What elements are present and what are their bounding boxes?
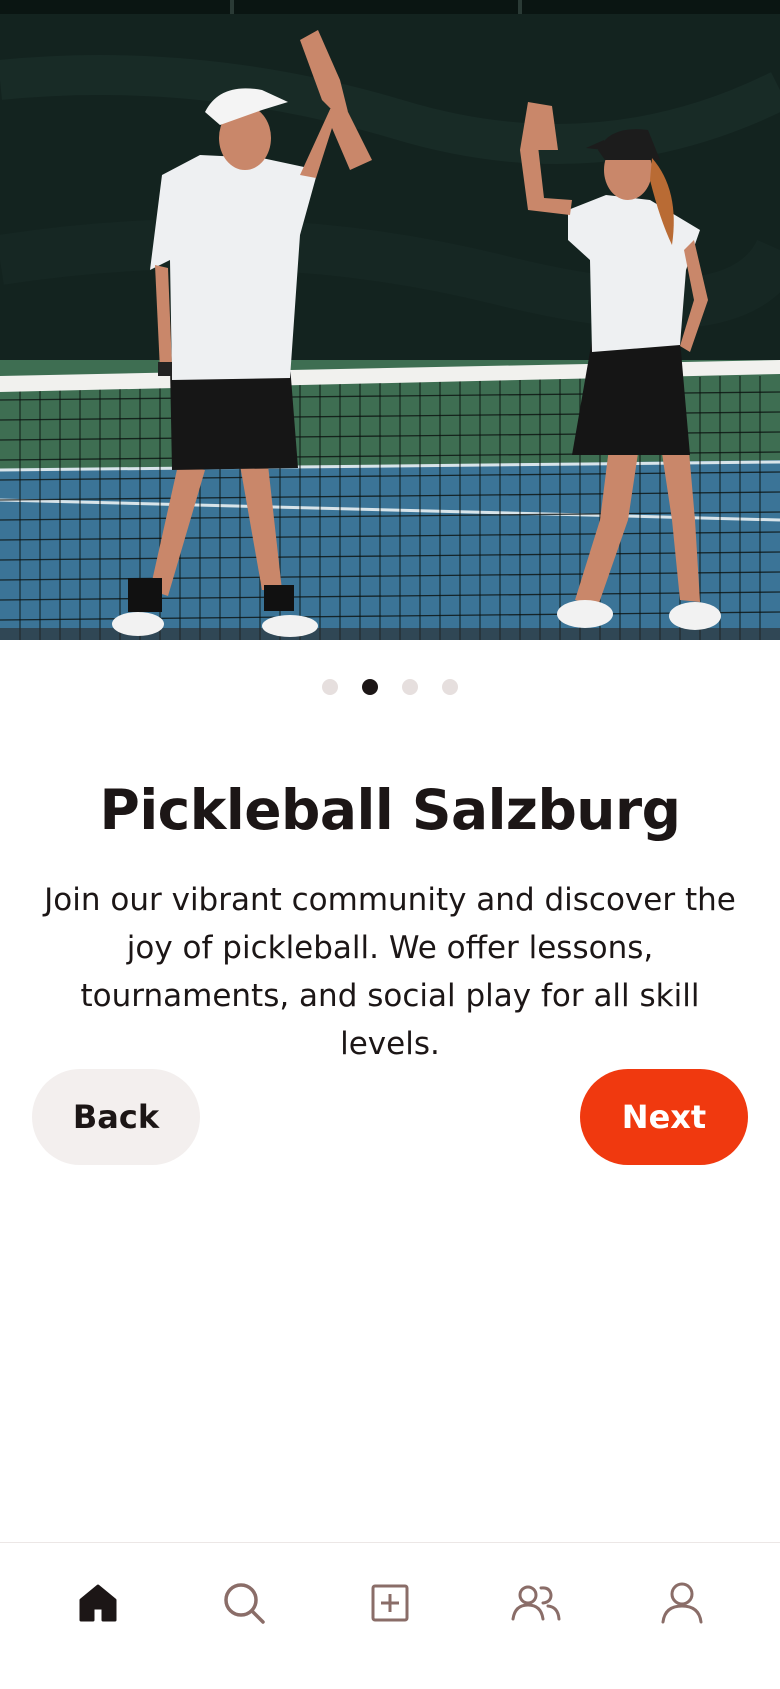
tab-search[interactable]	[204, 1571, 284, 1635]
back-button[interactable]: Back	[32, 1069, 200, 1165]
hero-image	[0, 0, 780, 640]
profile-icon	[661, 1582, 703, 1624]
tab-home[interactable]	[58, 1571, 138, 1635]
pagination-dot[interactable]	[402, 679, 418, 695]
home-icon	[79, 1584, 117, 1622]
community-icon	[511, 1585, 561, 1621]
pagination-dot[interactable]	[442, 679, 458, 695]
page-title: Pickleball Salzburg	[99, 778, 681, 842]
next-button[interactable]: Next	[580, 1069, 748, 1165]
page-description: Join our vibrant community and discover …	[44, 882, 736, 1062]
pagination-dot-active[interactable]	[362, 679, 378, 695]
tab-create[interactable]	[350, 1571, 430, 1635]
tab-profile[interactable]	[642, 1571, 722, 1635]
search-icon	[224, 1583, 265, 1624]
pagination-dot[interactable]	[322, 679, 338, 695]
tab-community[interactable]	[496, 1571, 576, 1635]
bottom-tab-bar	[0, 1542, 780, 1689]
pagination-dots	[0, 679, 780, 697]
add-square-icon	[371, 1584, 409, 1622]
players-high-five-illustration	[0, 0, 780, 640]
